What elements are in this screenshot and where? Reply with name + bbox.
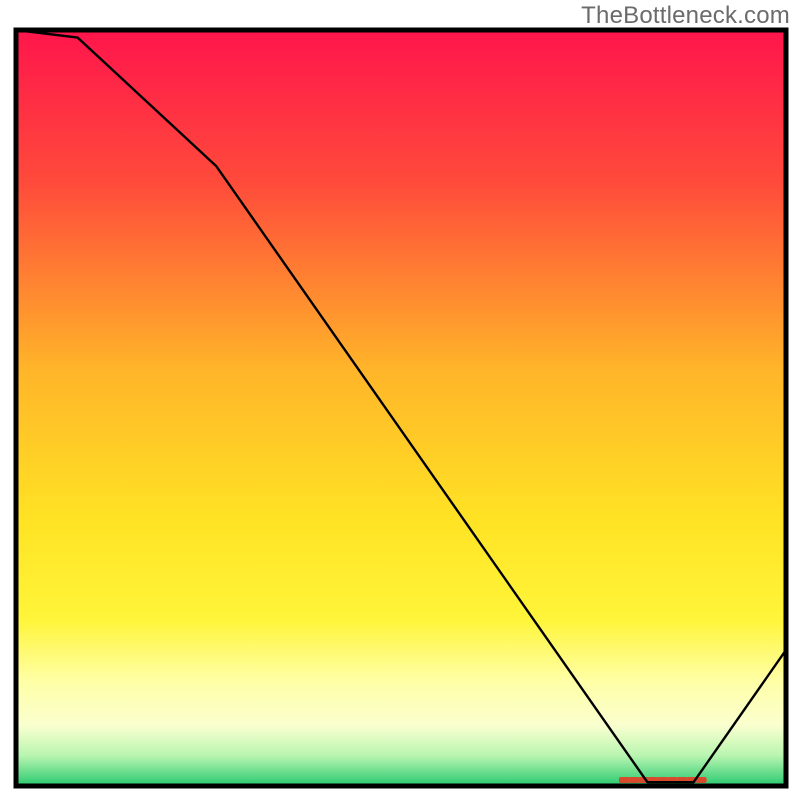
plot-background-gradient [16,30,786,786]
bottleneck-chart [0,0,800,800]
optimal-marker-dot [619,777,630,783]
optimal-marker-dot [629,777,640,783]
plot-area [16,30,786,786]
